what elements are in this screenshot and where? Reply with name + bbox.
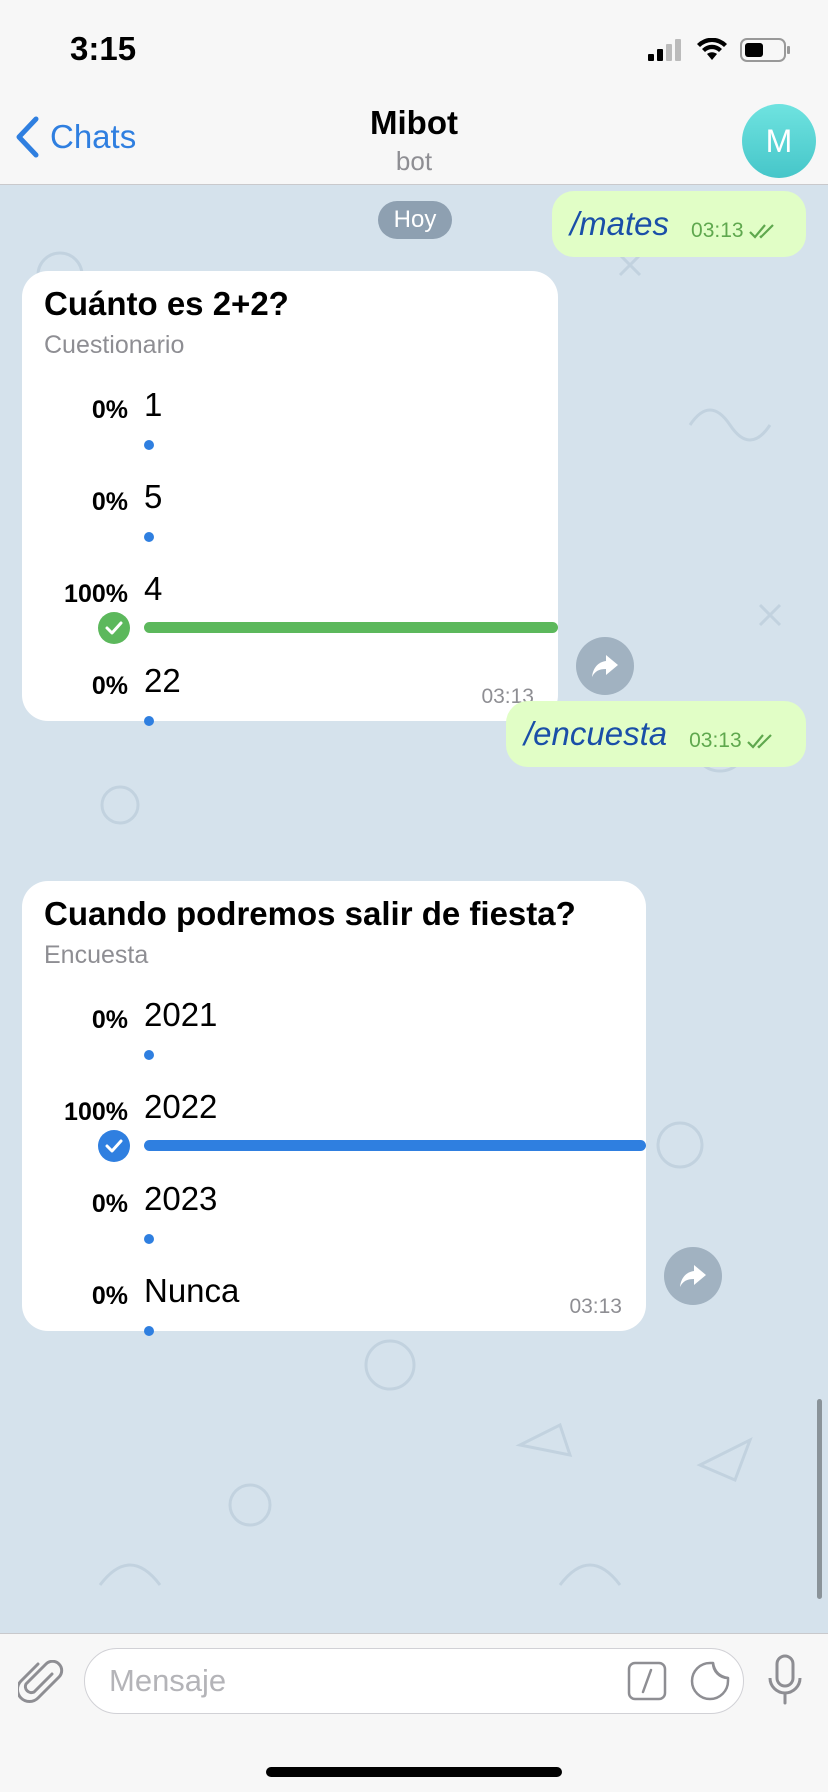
slash-command-icon bbox=[627, 1661, 667, 1701]
status-icons bbox=[648, 38, 792, 62]
option-result-bar bbox=[144, 622, 558, 633]
option-label: 1 bbox=[144, 386, 163, 423]
option-label: 2022 bbox=[144, 1088, 218, 1125]
poll-option[interactable]: 0% 1 bbox=[44, 384, 536, 476]
option-label: 2023 bbox=[144, 1180, 218, 1217]
chat-title-block[interactable]: Mibot bot bbox=[0, 104, 828, 177]
option-label: 2021 bbox=[144, 996, 218, 1033]
paperclip-icon bbox=[16, 1659, 64, 1703]
option-percent: 0% bbox=[91, 488, 128, 516]
option-percent: 0% bbox=[91, 396, 128, 424]
poll-option[interactable]: 0% Nunca bbox=[44, 1270, 624, 1362]
date-badge: Hoy bbox=[378, 201, 452, 239]
message-meta: 03:13 bbox=[689, 729, 776, 753]
option-label: 22 bbox=[144, 662, 181, 699]
double-check-icon bbox=[748, 224, 774, 239]
outgoing-message[interactable]: /mates 03:13 bbox=[552, 191, 806, 257]
microphone-icon bbox=[768, 1654, 802, 1705]
option-percent: 0% bbox=[91, 672, 128, 700]
poll-type: Encuesta bbox=[44, 941, 149, 969]
home-indicator[interactable] bbox=[266, 1767, 562, 1777]
message-field[interactable] bbox=[84, 1648, 744, 1714]
chat-title: Mibot bbox=[370, 104, 458, 141]
quiz-poll: Cuánto es 2+2? Cuestionario 0% 1 0% 5 10… bbox=[22, 271, 558, 726]
double-check-icon bbox=[746, 734, 772, 749]
option-label: 4 bbox=[144, 570, 163, 607]
option-result-dot bbox=[144, 1326, 154, 1336]
scrollbar[interactable] bbox=[817, 1399, 822, 1599]
outgoing-message[interactable]: /encuesta 03:13 bbox=[506, 701, 806, 767]
forward-button[interactable] bbox=[664, 1247, 722, 1305]
bot-commands-button[interactable] bbox=[627, 1661, 667, 1706]
chat-subtitle: bot bbox=[395, 146, 433, 176]
status-time: 3:15 bbox=[70, 30, 137, 67]
battery-icon bbox=[740, 38, 790, 62]
message-time: 03:13 bbox=[689, 729, 742, 752]
poll-option[interactable]: 0% 5 bbox=[44, 476, 536, 568]
avatar[interactable]: M bbox=[742, 104, 816, 178]
option-label: 5 bbox=[144, 478, 163, 515]
poll-option[interactable]: 100% 4 bbox=[44, 568, 558, 660]
message-time: 03:13 bbox=[691, 219, 744, 242]
message-input-bar bbox=[0, 1633, 828, 1792]
option-result-dot bbox=[144, 1050, 154, 1060]
survey-poll: Cuando podremos salir de fiesta? Encuest… bbox=[22, 881, 646, 1336]
poll-options: 0% 2021 100% 2022 0% 2023 0% Nunca bbox=[44, 994, 646, 1362]
option-percent: 100% bbox=[64, 580, 128, 608]
poll-question: Cuando podremos salir de fiesta? bbox=[44, 895, 576, 932]
navigation-bar: 3:15 Chats Mibot bot M bbox=[0, 0, 828, 185]
check-circle-icon bbox=[98, 612, 130, 644]
option-percent: 0% bbox=[91, 1190, 128, 1218]
forward-icon bbox=[592, 655, 618, 677]
option-result-dot bbox=[144, 1234, 154, 1244]
poll-question: Cuánto es 2+2? bbox=[44, 285, 289, 322]
chat-area[interactable]: Hoy /mates 03:13 Cuánto es 2+2? Cuestion… bbox=[0, 185, 828, 1633]
forward-button[interactable] bbox=[576, 637, 634, 695]
poll-option[interactable]: 0% 22 bbox=[44, 660, 536, 752]
option-percent: 0% bbox=[91, 1006, 128, 1034]
wifi-icon bbox=[697, 38, 727, 60]
poll-option[interactable]: 0% 2023 bbox=[44, 1178, 624, 1270]
forward-icon bbox=[680, 1265, 706, 1287]
poll-option[interactable]: 100% 2022 bbox=[44, 1086, 646, 1178]
sticker-button[interactable] bbox=[689, 1660, 731, 1707]
message-text: /encuesta bbox=[524, 715, 668, 752]
option-result-dot bbox=[144, 716, 154, 726]
option-percent: 100% bbox=[64, 1098, 128, 1126]
option-result-dot bbox=[144, 440, 154, 450]
sticker-icon bbox=[690, 1661, 730, 1701]
poll-option[interactable]: 0% 2021 bbox=[44, 994, 624, 1086]
check-circle-icon bbox=[98, 1130, 130, 1162]
poll-options: 0% 1 0% 5 100% 4 0% 22 bbox=[44, 384, 558, 752]
option-result-dot bbox=[144, 532, 154, 542]
poll-type: Cuestionario bbox=[44, 331, 185, 359]
message-text: /mates bbox=[570, 205, 670, 242]
message-meta: 03:13 bbox=[691, 219, 778, 243]
option-percent: 0% bbox=[91, 1282, 128, 1310]
option-label: Nunca bbox=[144, 1272, 240, 1309]
message-input[interactable] bbox=[109, 1661, 609, 1701]
option-result-bar bbox=[144, 1140, 646, 1151]
voice-record-button[interactable] bbox=[766, 1654, 804, 1711]
attach-button[interactable] bbox=[16, 1659, 64, 1711]
message-time: 03:13 bbox=[569, 1295, 622, 1318]
signal-icon bbox=[648, 39, 681, 61]
